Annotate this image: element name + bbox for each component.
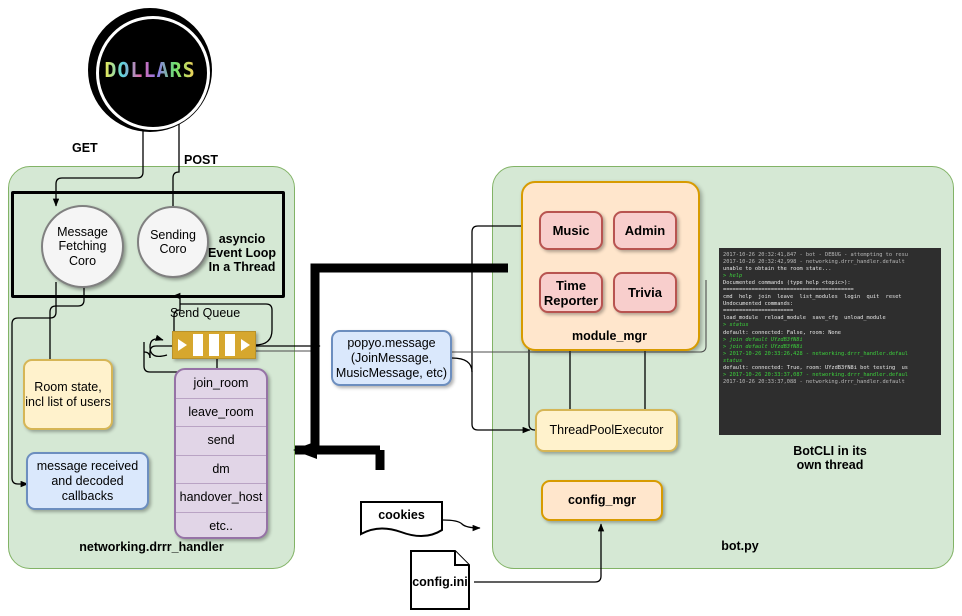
callbacks-box: message received and decoded callbacks xyxy=(26,452,149,510)
module-trivia[interactable]: Trivia xyxy=(613,272,677,313)
terminal-line: 2017-10-26 20:33:37,088 - networking.drr… xyxy=(723,378,905,385)
terminal-line: > 2017-10-26 20:33:37,087 - networking.d… xyxy=(723,371,908,378)
room-state-l1: Room state, xyxy=(34,379,102,394)
thread-pool-executor-label: ThreadPoolExecutor xyxy=(549,423,664,437)
thread-pool-executor-box: ThreadPoolExecutor xyxy=(535,409,678,452)
terminal-line: > join default UYzdB3fN8i xyxy=(723,336,803,343)
terminal-line: default: connected: True, room: UYzdB3fN… xyxy=(723,364,908,371)
terminal-line: status xyxy=(723,357,743,364)
module-trivia-label: Trivia xyxy=(628,285,662,300)
queue-arrow-out-icon xyxy=(241,339,250,351)
queue-cell xyxy=(225,334,235,356)
queue-arrow-in-icon xyxy=(178,339,187,351)
api-method-send[interactable]: send xyxy=(176,427,266,456)
asyncio-label-line3: In a Thread xyxy=(208,260,276,274)
terminal-lines: 2017-10-26 20:32:41,847 - bot - DEBUG - … xyxy=(723,252,941,386)
api-method-dm[interactable]: dm xyxy=(176,456,266,484)
send-queue xyxy=(172,331,256,359)
popyo-l3: MusicMessage, etc) xyxy=(335,365,448,380)
queue-cell xyxy=(209,334,219,356)
terminal-line: unable to obtain the room state... xyxy=(723,266,832,273)
terminal-line: 2017-10-26 20:32:42,998 - networking.drr… xyxy=(723,259,905,266)
asyncio-label-line1: asyncio xyxy=(218,232,266,246)
api-method-leave-room[interactable]: leave_room xyxy=(176,399,266,427)
popyo-message-box: popyo.message (JoinMessage, MusicMessage… xyxy=(331,330,452,386)
module-mgr-label: module_mgr xyxy=(572,329,648,343)
terminal-line: > 2017-10-26 20:33:26,428 - networking.d… xyxy=(723,350,908,357)
api-method-handover-host[interactable]: handover_host xyxy=(176,484,266,513)
asyncio-event-loop-label: asyncio Event Loop In a Thread xyxy=(202,232,282,274)
callbacks-l2: and decoded xyxy=(51,473,124,488)
dollars-logo: DOLLARS xyxy=(88,8,212,132)
terminal-line: > status xyxy=(723,322,749,329)
config-ini-note: config.ini xyxy=(409,549,471,611)
send-queue-label: Send Queue xyxy=(170,306,241,320)
sending-coro: Sending Coro xyxy=(137,206,209,278)
room-state-l2: incl list of users xyxy=(25,394,111,409)
config-ini-label: config.ini xyxy=(412,575,468,589)
terminal-line: > help xyxy=(723,273,743,280)
popyo-l2: (JoinMessage, xyxy=(350,350,433,365)
terminal-line: ====================== xyxy=(723,308,794,315)
module-time-reporter[interactable]: Time Reporter xyxy=(539,272,603,313)
sending-coro-l1: Sending xyxy=(150,227,196,242)
module-admin-label: Admin xyxy=(624,223,666,238)
asyncio-label-line2: Event Loop xyxy=(207,246,277,260)
message-fetching-coro-l3: Coro xyxy=(68,253,97,268)
message-fetching-coro: Message Fetching Coro xyxy=(41,205,124,288)
module-music[interactable]: Music xyxy=(539,211,603,250)
message-fetching-coro-l1: Message xyxy=(57,224,108,239)
config-mgr-box: config_mgr xyxy=(541,480,663,521)
edge-label-get: GET xyxy=(72,141,98,155)
terminal-line: Undocumented commands: xyxy=(723,301,794,308)
callbacks-l3: callbacks xyxy=(61,488,114,503)
panel-networking-label: networking.drrr_handler xyxy=(79,540,224,554)
api-method-list: join_room leave_room send dm handover_ho… xyxy=(174,368,268,539)
sending-coro-l2: Coro xyxy=(159,242,187,256)
botcli-terminal[interactable]: 2017-10-26 20:32:41,847 - bot - DEBUG - … xyxy=(719,248,941,435)
cookies-label: cookies xyxy=(378,508,425,522)
popyo-l1: popyo.message xyxy=(347,335,436,350)
botcli-label-l2: own thread xyxy=(796,458,864,472)
diagram-canvas: networking.drrr_handler bot.py DOLLARS G… xyxy=(0,0,962,616)
module-time-reporter-l1: Time xyxy=(555,277,587,293)
room-state-box: Room state, incl list of users xyxy=(23,359,113,430)
terminal-line: cmd help join leave list_modules login q… xyxy=(723,294,902,301)
config-mgr-label: config_mgr xyxy=(567,493,637,507)
module-music-label: Music xyxy=(552,223,590,238)
module-time-reporter-l2: Reporter xyxy=(543,292,599,308)
panel-bot-py-label: bot.py xyxy=(721,539,759,553)
terminal-line: default: connected: False, room: None xyxy=(723,329,841,336)
api-method-etc[interactable]: etc.. xyxy=(176,513,266,538)
botcli-label-l1: BotCLI in its xyxy=(793,444,867,458)
callbacks-l1: message received xyxy=(36,458,139,473)
dollars-logo-text: DOLLARS xyxy=(88,58,212,82)
queue-cell xyxy=(193,334,203,356)
cookies-note: cookies xyxy=(359,499,444,539)
message-fetching-coro-l2: Fetching xyxy=(58,239,107,254)
api-method-join-room[interactable]: join_room xyxy=(176,370,266,399)
terminal-line: ========================================… xyxy=(723,287,854,294)
terminal-line: load_module reload_module save_cfg unloa… xyxy=(723,315,886,322)
edge-label-post: POST xyxy=(184,153,219,167)
module-mgr-panel xyxy=(521,181,700,351)
botcli-label: BotCLI in its own thread xyxy=(742,444,918,472)
terminal-line: Documented commands (type help <topic>): xyxy=(723,280,851,287)
terminal-line: > join default UYzdB3fN8i xyxy=(723,343,803,350)
terminal-line: 2017-10-26 20:32:41,847 - bot - DEBUG - … xyxy=(723,252,908,258)
module-admin[interactable]: Admin xyxy=(613,211,677,250)
